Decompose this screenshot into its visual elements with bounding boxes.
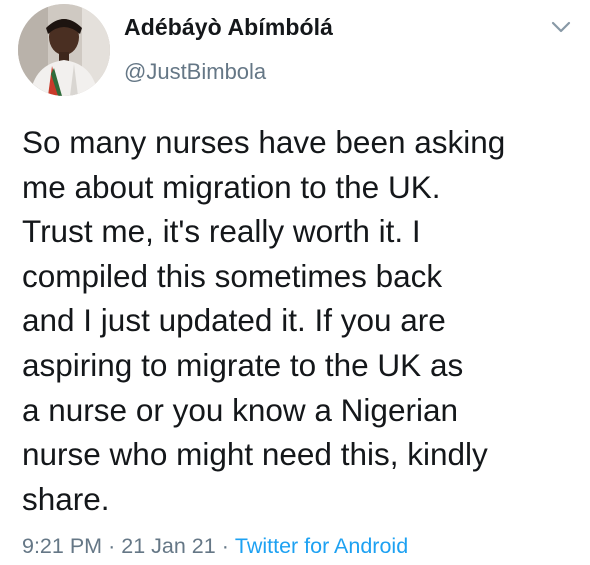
tweet-text: So many nurses have been asking me about…	[22, 120, 582, 521]
tweet-time[interactable]: 9:21 PM	[22, 534, 102, 558]
tweet-text-line: Trust me, it's really worth it. I	[22, 213, 421, 250]
tweet-text-line: nurse who might need this, kindly	[22, 436, 488, 473]
tweet-metadata: 9:21 PM · 21 Jan 21 · Twitter for Android	[22, 534, 408, 559]
avatar[interactable]	[18, 4, 110, 96]
tweet-text-line: me about migration to the UK.	[22, 168, 441, 205]
tweet-text-line: and I just updated it. If you are	[22, 302, 446, 339]
tweet-source-link[interactable]: Twitter for Android	[235, 534, 408, 558]
tweet-text-line: share.	[22, 480, 110, 517]
meta-separator: ·	[108, 534, 116, 558]
display-name[interactable]: Adébáyò Abímbólá	[124, 14, 333, 41]
tweet-text-line: compiled this sometimes back	[22, 257, 443, 294]
chevron-down-icon[interactable]	[550, 20, 572, 34]
tweet-text-line: aspiring to migrate to the UK as	[22, 346, 464, 383]
tweet-date[interactable]: 21 Jan 21	[121, 534, 215, 558]
tweet-text-line: So many nurses have been asking	[22, 124, 506, 160]
avatar-image	[18, 4, 110, 96]
meta-separator: ·	[221, 534, 229, 558]
user-handle[interactable]: @JustBimbola	[124, 59, 266, 85]
tweet-card: Adébáyò Abímbólá @JustBimbola So many nu…	[0, 0, 590, 565]
tweet-text-line: a nurse or you know a Nigerian	[22, 391, 458, 428]
